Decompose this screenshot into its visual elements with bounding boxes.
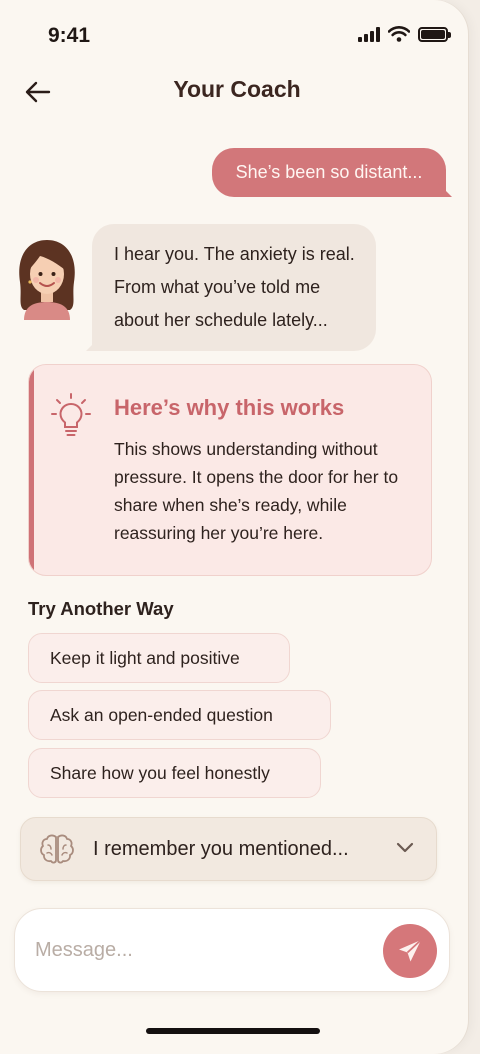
phone-screen: 9:41 Your Coach She’s been so distant...… (0, 0, 468, 1054)
message-composer (14, 908, 450, 992)
status-time: 9:41 (48, 24, 91, 47)
alternative-chip-light[interactable]: Keep it light and positive (28, 633, 290, 683)
coach-message-bubble: I hear you. The anxiety is real. From wh… (92, 224, 376, 351)
insight-body: This shows understanding without pressur… (114, 439, 399, 543)
lightbulb-icon (51, 393, 91, 436)
coach-message-line: about her schedule lately... (114, 310, 328, 330)
home-indicator[interactable] (146, 1028, 320, 1034)
insight-card: Here’s why this works This shows underst… (28, 364, 432, 576)
coach-message-line: From what you’ve told me (114, 277, 321, 297)
page-title: Your Coach (173, 76, 301, 102)
insight-title: Here’s why this works (114, 395, 345, 420)
user-message-bubble: She’s been so distant... (212, 148, 446, 197)
alternative-chip-question[interactable]: Ask an open-ended question (28, 690, 331, 740)
memory-dropdown[interactable]: I remember you mentioned... (20, 817, 437, 881)
send-icon (399, 939, 422, 962)
chevron-down-icon (396, 842, 414, 853)
status-icons (358, 26, 451, 42)
signal-icon (358, 26, 380, 42)
coach-message-line: I hear you. The anxiety is real. (114, 244, 355, 264)
coach-avatar (19, 240, 75, 320)
battery-icon (418, 26, 451, 42)
message-input[interactable] (35, 933, 355, 967)
alternative-chip-honest[interactable]: Share how you feel honestly (28, 748, 321, 798)
send-button[interactable] (383, 924, 437, 978)
alternatives-title: Try Another Way (28, 598, 174, 619)
wifi-icon (388, 26, 410, 42)
memory-label: I remember you mentioned... (93, 838, 349, 860)
brain-icon (40, 834, 74, 864)
